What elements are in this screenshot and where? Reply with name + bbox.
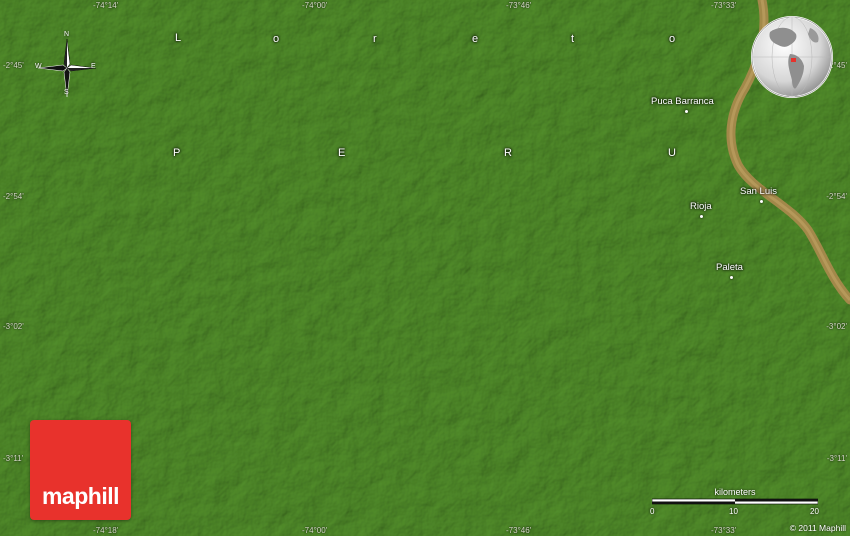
scale-unit-label: kilometers [714, 487, 756, 497]
region-letter: o [273, 33, 280, 45]
region-letter: o [669, 33, 676, 45]
coord-left-1: -2°45' [3, 61, 24, 70]
region-letter: L [175, 32, 182, 44]
coord-bottom-2: -74°00' [302, 526, 328, 535]
compass-south: S [64, 89, 69, 96]
coord-right-3: -3°02' [826, 322, 847, 331]
map-canvas[interactable]: -74°14' -74°00' -73°46' -73°33' -74°18' … [0, 0, 850, 536]
coord-bottom-1: -74°18' [93, 526, 119, 535]
region-letter: e [472, 33, 479, 45]
coord-bottom-4: -73°33' [711, 526, 737, 535]
compass-east: E [91, 63, 96, 70]
scale-tick-20: 20 [810, 507, 819, 516]
country-letter: U [668, 147, 676, 159]
region-letter: t [571, 33, 575, 45]
compass-rose-icon: N S E W [32, 31, 102, 103]
scale-tick-0: 0 [650, 507, 655, 516]
coord-top-3: -73°46' [506, 1, 532, 10]
country-letter: E [338, 147, 346, 159]
coord-right-2: -2°54' [826, 192, 847, 201]
coord-top-1: -74°14' [93, 1, 119, 10]
place-label-puca-barranca[interactable]: Puca Barranca [651, 96, 714, 107]
compass-west: W [35, 63, 42, 70]
country-letter: R [504, 147, 512, 159]
scale-tick-10: 10 [729, 507, 738, 516]
region-letter: r [373, 33, 377, 45]
coord-bottom-3: -73°46' [506, 526, 532, 535]
logo-text: maphill [41, 483, 120, 509]
coord-top-2: -74°00' [302, 1, 328, 10]
coord-left-3: -3°02' [3, 322, 24, 331]
place-label-san-luis[interactable]: San Luis [740, 186, 777, 197]
country-letter: P [173, 147, 181, 159]
copyright-notice: © 2011 Maphill [789, 523, 846, 533]
place-label-paleta[interactable]: Paleta [716, 262, 743, 273]
coord-left-2: -2°54' [3, 192, 24, 201]
place-marker [700, 215, 703, 218]
scale-bar: kilometers 0 10 20 [650, 487, 820, 517]
place-label-rioja[interactable]: Rioja [690, 201, 712, 212]
coord-left-4: -3°11' [3, 454, 24, 463]
coord-right-4: -3°11' [826, 454, 847, 463]
maphill-logo[interactable]: maphill [30, 420, 131, 520]
place-marker [760, 200, 763, 203]
locator-globe-icon[interactable] [750, 14, 834, 100]
place-marker [730, 276, 733, 279]
compass-north: N [64, 31, 70, 38]
coord-top-4: -73°33' [711, 1, 737, 10]
place-marker [685, 110, 688, 113]
